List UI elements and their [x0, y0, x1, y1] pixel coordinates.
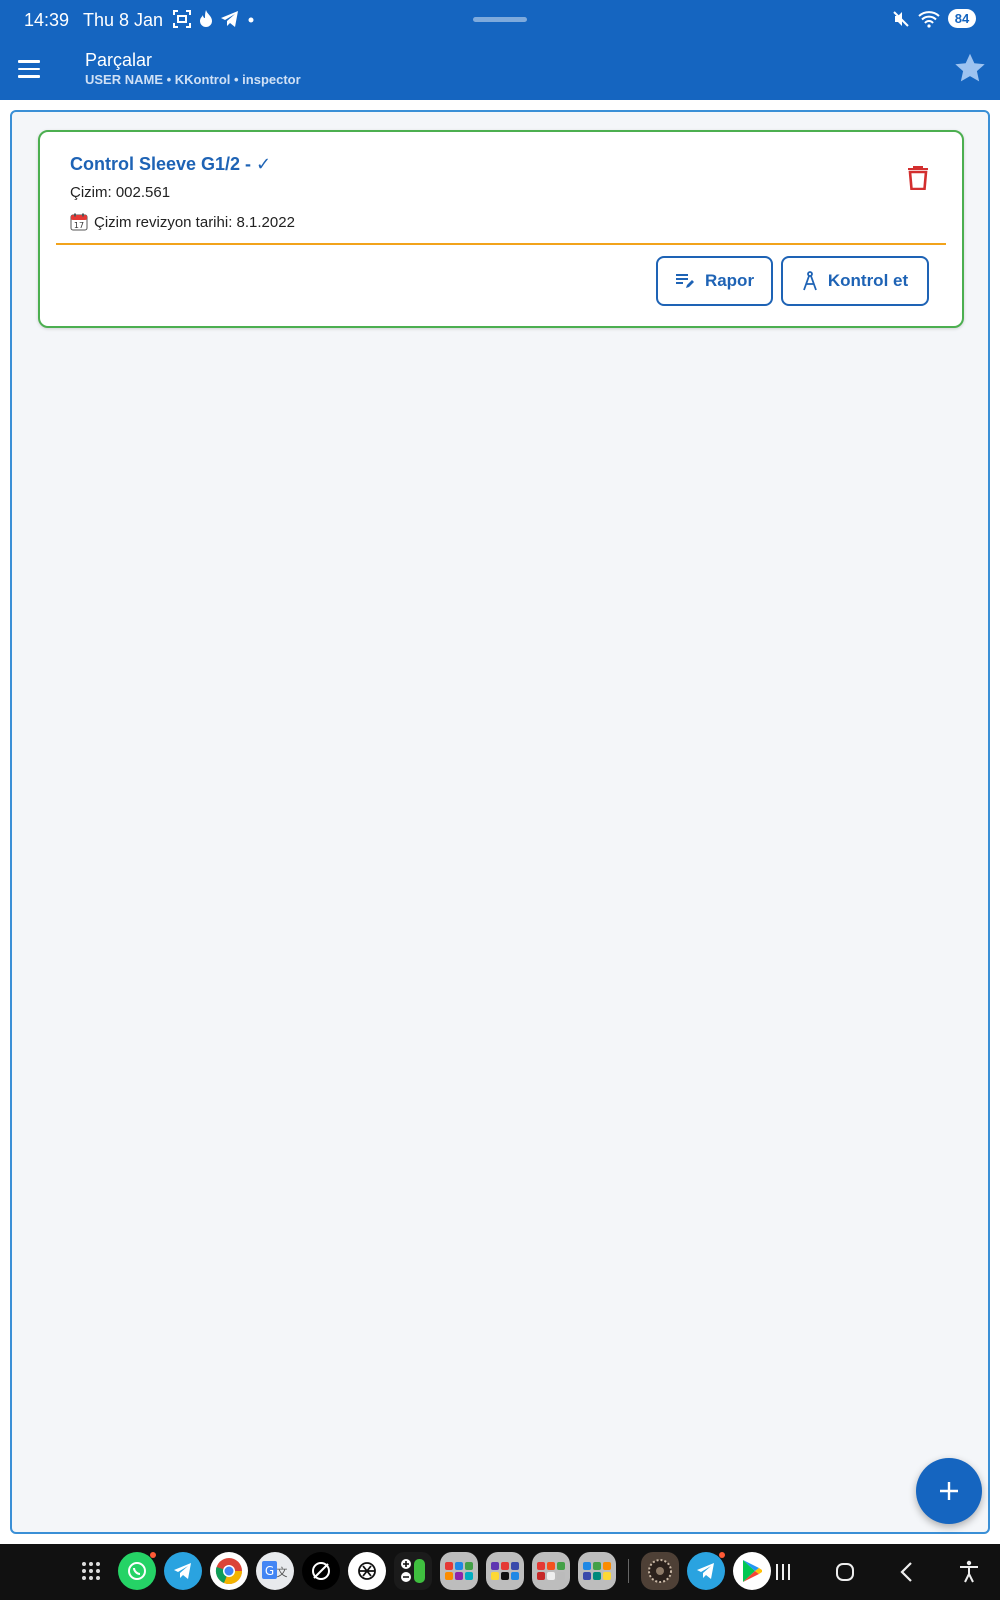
telegram-icon[interactable]: [164, 1552, 202, 1590]
status-date: Thu 8 Jan: [83, 10, 164, 30]
telegram-icon[interactable]: [687, 1552, 725, 1590]
chrome-icon[interactable]: [210, 1552, 248, 1590]
plus-icon: [940, 1482, 958, 1500]
translate-icon[interactable]: G文: [256, 1552, 294, 1590]
status-notification-icons: [172, 9, 256, 29]
report-button-label: Rapor: [704, 271, 755, 290]
app-bar: Parçalar USER NAME • KKontrol • inspecto…: [0, 40, 1000, 100]
navigation-bar: G文: [0, 1544, 1000, 1600]
report-button[interactable]: Rapor: [656, 256, 773, 306]
status-system-icons: 84: [892, 9, 976, 28]
folder-icon[interactable]: [532, 1552, 570, 1590]
dot-icon: [248, 17, 254, 23]
status-time: 14:39: [24, 10, 70, 30]
mute-icon: [893, 10, 909, 27]
accessibility-icon[interactable]: [938, 1544, 1000, 1600]
trash-icon[interactable]: [906, 164, 930, 190]
folder-icon[interactable]: [486, 1552, 524, 1590]
compass-icon: [803, 271, 817, 291]
calendar-icon: 17: [70, 213, 88, 231]
part-title[interactable]: Control Sleeve G1/2 - ✓: [70, 154, 271, 175]
folder-icon[interactable]: [578, 1552, 616, 1590]
telegram-icon: [221, 11, 238, 27]
app-drawer-icon[interactable]: [72, 1552, 110, 1590]
recents-icon[interactable]: [752, 1544, 814, 1600]
battery-icon: 84: [948, 9, 976, 28]
back-icon[interactable]: [876, 1544, 938, 1600]
status-bar: 14:39 Thu 8 Jan 84: [0, 0, 1000, 40]
add-part-button[interactable]: [916, 1458, 982, 1524]
flame-icon: [200, 10, 212, 27]
main-content: Control Sleeve G1/2 - ✓ Çizim: 002.561 1…: [0, 100, 1000, 1544]
chatgpt-icon[interactable]: [348, 1552, 386, 1590]
app-dock: G文: [72, 1552, 771, 1590]
wallpaper-icon[interactable]: [641, 1552, 679, 1590]
whatsapp-icon[interactable]: [118, 1552, 156, 1590]
menu-icon[interactable]: [18, 54, 48, 84]
page-title: Parçalar: [85, 50, 153, 70]
dock-separator: [628, 1559, 629, 1583]
screenshot-icon: [173, 10, 191, 28]
wifi-icon: [918, 10, 940, 28]
app-icon[interactable]: [302, 1552, 340, 1590]
page-subtitle: USER NAME • KKontrol • inspector: [85, 72, 301, 87]
system-navigation: [752, 1544, 1000, 1600]
calculator-icon[interactable]: [394, 1552, 432, 1590]
part-revision-date: 17 Çizim revizyon tarihi: 8.1.2022: [70, 213, 295, 231]
part-card[interactable]: Control Sleeve G1/2 - ✓ Çizim: 002.561 1…: [38, 130, 964, 328]
revision-date-text: Çizim revizyon tarihi: 8.1.2022: [94, 213, 295, 231]
check-button-label: Kontrol et: [827, 271, 909, 290]
card-divider: [56, 243, 946, 245]
part-drawing-number: Çizim: 002.561: [70, 184, 171, 201]
star-icon[interactable]: [952, 50, 988, 86]
home-icon[interactable]: [814, 1544, 876, 1600]
folder-icon[interactable]: [440, 1552, 478, 1590]
svg-text:17: 17: [74, 221, 84, 230]
drag-handle[interactable]: [473, 17, 527, 22]
svg-text:G: G: [265, 1564, 274, 1578]
edit-note-icon: [675, 274, 694, 288]
parts-list[interactable]: Control Sleeve G1/2 - ✓ Çizim: 002.561 1…: [10, 110, 990, 1534]
svg-text:文: 文: [277, 1565, 288, 1579]
check-button[interactable]: Kontrol et: [781, 256, 929, 306]
